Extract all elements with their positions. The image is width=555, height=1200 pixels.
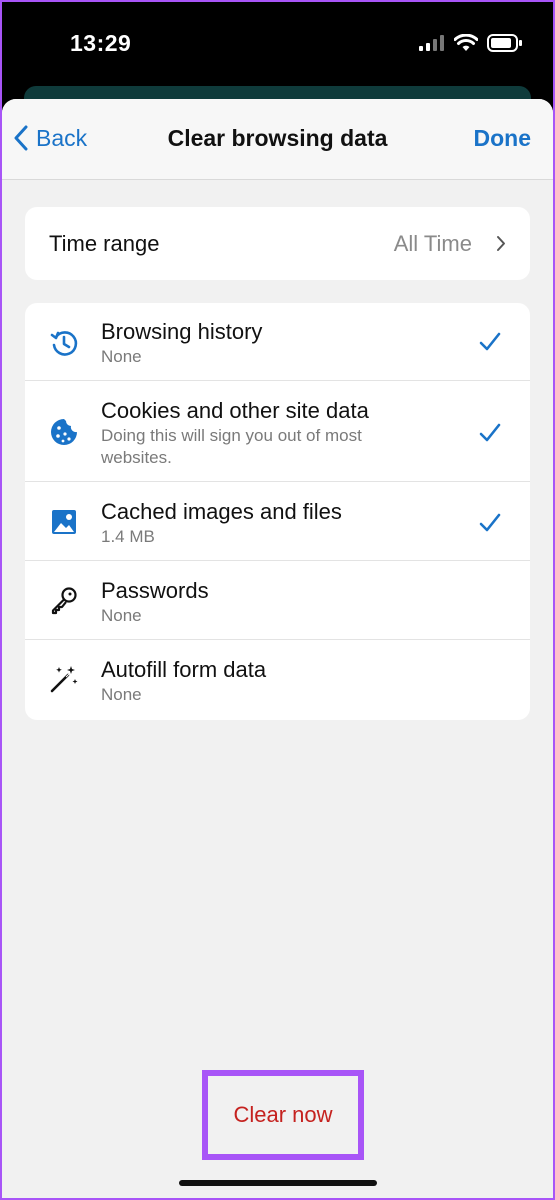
- checkmark-icon: [479, 513, 501, 532]
- item-title: Autofill form data: [101, 657, 267, 682]
- time-range-value: All Time: [393, 230, 472, 256]
- page-title: Clear browsing data: [167, 125, 388, 151]
- cookie-icon: [51, 419, 77, 445]
- list-item-cookies[interactable]: Cookies and other site data Doing this w…: [25, 381, 530, 482]
- item-title: Passwords: [101, 578, 209, 603]
- key-icon: [51, 587, 77, 615]
- item-title: Browsing history: [101, 319, 263, 344]
- time-range-row[interactable]: Time range All Time: [25, 207, 530, 280]
- history-icon: [50, 331, 78, 356]
- navigation-bar: Back Clear browsing data Done: [2, 99, 553, 180]
- status-time: 13:29: [70, 30, 132, 56]
- phone-screen: 13:29 Back Clear browsing data Done Time…: [2, 2, 553, 1198]
- item-title: Cached images and files: [101, 499, 342, 524]
- data-type-list: Browsing history None Cookies and other: [25, 303, 530, 720]
- checkmark-icon: [479, 423, 501, 442]
- clear-now-highlight: Clear now: [202, 1070, 364, 1160]
- list-item-browsing-history[interactable]: Browsing history None: [25, 303, 530, 381]
- done-button[interactable]: Done: [474, 125, 532, 152]
- item-title: Cookies and other site data: [101, 398, 369, 423]
- item-subtitle: Doing this will sign you out of most web…: [101, 426, 362, 467]
- signal-icon: [419, 35, 444, 51]
- item-subtitle: 1.4 MB: [101, 527, 155, 546]
- time-range-label: Time range: [49, 230, 160, 256]
- list-item-cached-images[interactable]: Cached images and files 1.4 MB: [25, 482, 530, 561]
- image-icon: [52, 510, 76, 534]
- item-subtitle: None: [101, 347, 142, 366]
- status-icons: [419, 34, 523, 52]
- item-subtitle: None: [101, 606, 142, 625]
- clear-now-button[interactable]: Clear now: [233, 1102, 332, 1128]
- wifi-icon: [454, 34, 478, 51]
- chevron-right-icon: [497, 236, 505, 251]
- battery-icon: [487, 34, 522, 52]
- status-bar: 13:29: [2, 2, 553, 92]
- magic-wand-icon: [50, 666, 78, 693]
- clear-browsing-data-sheet: Back Clear browsing data Done Time range…: [2, 99, 553, 1198]
- list-item-autofill[interactable]: Autofill form data None: [25, 640, 530, 720]
- list-item-passwords[interactable]: Passwords None: [25, 561, 530, 640]
- checkmark-icon: [479, 332, 501, 351]
- home-indicator: [179, 1180, 377, 1186]
- item-subtitle: None: [101, 685, 142, 704]
